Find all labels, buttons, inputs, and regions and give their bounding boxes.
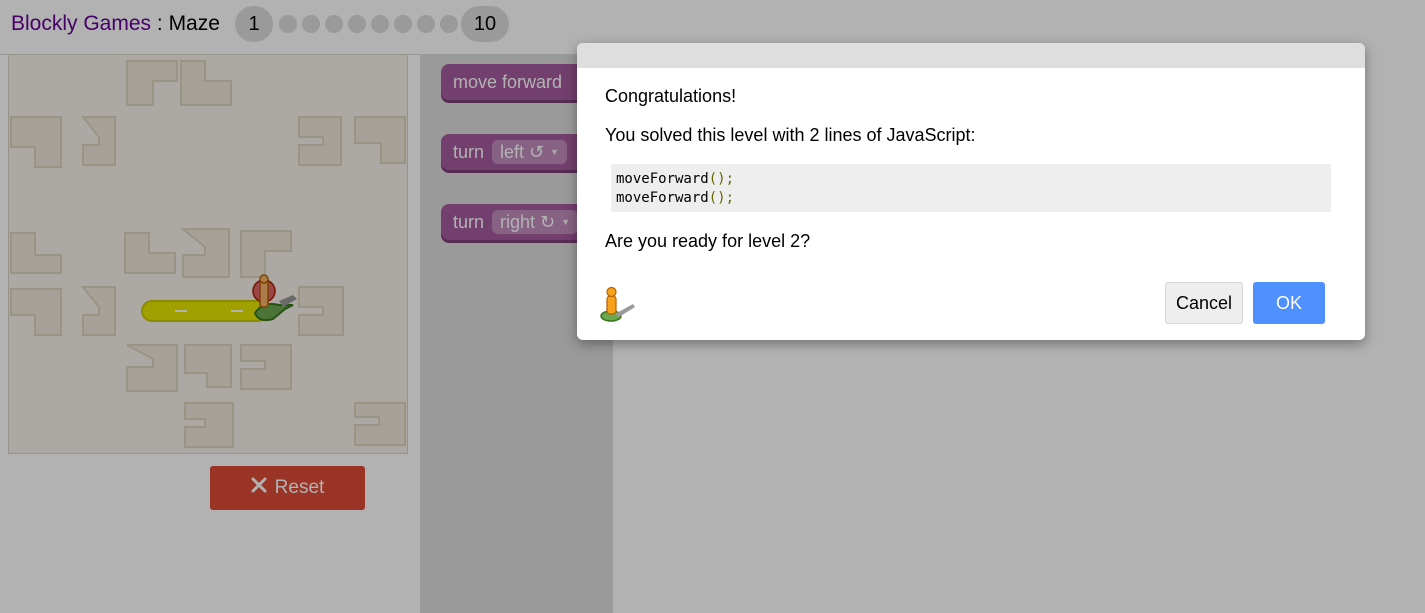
congratulations-dialog: Congratulations! You solved this level w… <box>577 43 1365 340</box>
ok-button[interactable]: OK <box>1253 282 1325 324</box>
code-identifier: moveForward <box>616 190 709 206</box>
cancel-button[interactable]: Cancel <box>1165 282 1243 324</box>
code-identifier: moveForward <box>616 171 709 187</box>
code-punctuation: (); <box>708 190 735 206</box>
congrats-heading: Congratulations! <box>605 86 737 106</box>
code-line: moveForward(); <box>616 171 734 187</box>
dialog-titlebar[interactable] <box>577 43 1365 68</box>
code-punctuation: (); <box>708 171 735 187</box>
code-line: moveForward(); <box>616 190 734 206</box>
next-level-prompt: Are you ready for level 2? <box>605 231 811 251</box>
pegman-icon <box>599 284 639 329</box>
solved-message: You solved this level with 2 lines of Ja… <box>605 125 976 145</box>
code-block: moveForward(); moveForward(); <box>611 164 1331 212</box>
